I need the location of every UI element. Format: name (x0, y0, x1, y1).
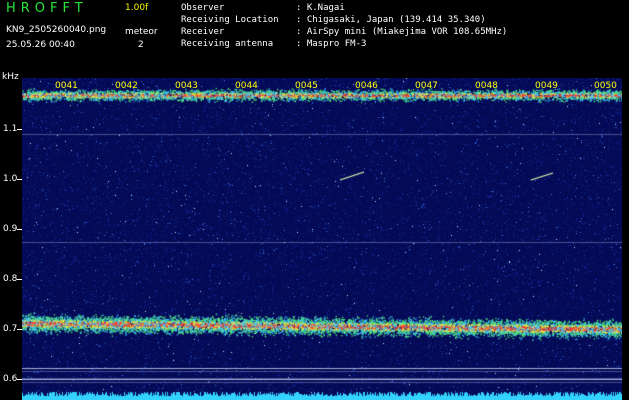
info-value: : Chigasaki, Japan (139.414 35.340) (296, 15, 486, 25)
x-tick-label: 0044 (235, 81, 258, 91)
info-row-observer: Observer : K.Nagai (181, 3, 345, 13)
info-value: : AirSpy mini (Miakejima VOR 108.65MHz) (296, 27, 508, 37)
x-tick-label: 0050 (594, 81, 617, 91)
x-tick-label: 0042 (115, 81, 138, 91)
info-row-receiver: Receiver : AirSpy mini (Miakejima VOR 108… (181, 27, 507, 37)
y-tick-label: 1.1 (3, 124, 18, 134)
info-value: : Maspro FM-3 (296, 39, 367, 49)
datetime-label: 25.05.26 00:40 (6, 40, 75, 50)
info-label: Receiving antenna (181, 39, 274, 49)
x-tick-label: 0048 (475, 81, 498, 91)
info-row-antenna: Receiving antenna : Maspro FM-3 (181, 39, 366, 49)
info-label: Receiver (181, 27, 225, 37)
y-tick-label: 0.8 (3, 274, 18, 284)
app-name: HROFFT (6, 1, 88, 16)
y-tick-label: 0.6 (3, 374, 18, 384)
info-value: : K.Nagai (296, 3, 345, 13)
spectrogram[interactable] (22, 78, 622, 400)
x-tick-label: 0041 (55, 81, 78, 91)
x-tick-label: 0045 (295, 81, 318, 91)
y-tick-label: 1.0 (3, 174, 18, 184)
info-label: Receiving Location (181, 15, 279, 25)
y-axis-unit: kHz (2, 72, 19, 82)
meteor-label: meteor (125, 27, 158, 37)
filename-label: KN9_2505260040.png (6, 25, 107, 35)
y-tick-label: 0.7 (3, 324, 18, 334)
x-tick-label: 0043 (175, 81, 198, 91)
meteor-count: 2 (138, 40, 144, 50)
info-row-location: Receiving Location : Chigasaki, Japan (13… (181, 15, 486, 25)
x-tick-label: 0047 (415, 81, 438, 91)
x-tick-label: 0049 (535, 81, 558, 91)
x-tick-label: 0046 (355, 81, 378, 91)
version-label: 1.00f (125, 3, 149, 13)
y-tick-label: 0.9 (3, 224, 18, 234)
info-label: Observer (181, 3, 225, 13)
